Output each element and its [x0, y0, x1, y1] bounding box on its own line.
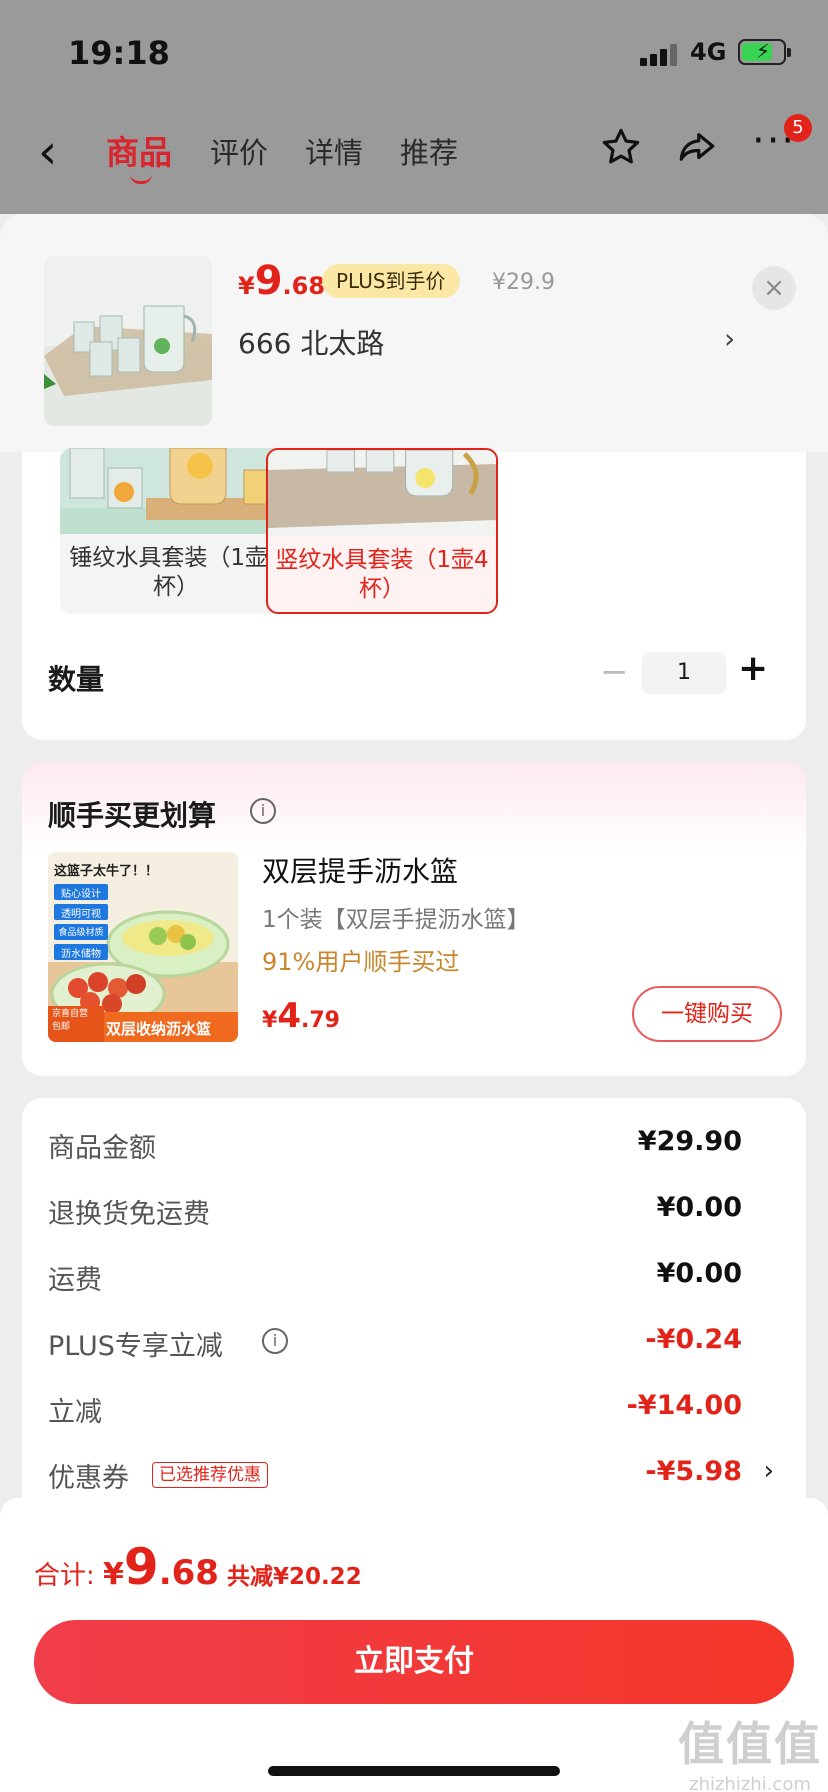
summary-row-subtotal: 商品金额 ¥29.90	[22, 1118, 806, 1168]
tab-recommend[interactable]: 推荐	[400, 130, 458, 172]
summary-label: 运费	[48, 1265, 102, 1296]
pay-now-button[interactable]: 立即支付	[34, 1620, 794, 1704]
sheet-price: ¥9.68	[238, 258, 326, 304]
addon-thumb-feature: 透明可视	[61, 909, 101, 920]
product-thumbnail	[44, 256, 212, 426]
addon-thumb-corner: 京喜自营 包邮	[52, 1009, 89, 1032]
summary-value: -¥5.98	[645, 1456, 742, 1487]
addon-social-proof: 91%用户顺手买过	[262, 948, 460, 976]
chevron-right-icon[interactable]: ›	[764, 1456, 774, 1486]
quantity-increase-button[interactable]: +	[738, 648, 768, 689]
summary-value: ¥0.00	[656, 1258, 742, 1289]
sku-options-card: 锤纹水具套装（1壶4杯） 竖纹水具套装（1壶4杯） 数量 − 1 +	[22, 448, 806, 740]
summary-row-plus-discount: PLUS专享立减 i -¥0.24	[22, 1316, 806, 1366]
order-total: 合计: ¥9.68 共减¥20.22	[34, 1538, 362, 1596]
summary-row-shipping: 运费 ¥0.00	[22, 1250, 806, 1300]
info-icon[interactable]: i	[250, 798, 276, 824]
notification-badge: 5	[784, 114, 812, 142]
status-bar: 19:18 4G ⚡	[0, 0, 828, 104]
back-icon[interactable]: ‹	[38, 124, 57, 180]
active-tab-indicator	[130, 174, 152, 184]
share-icon[interactable]	[676, 126, 718, 178]
delivery-address[interactable]: 666 北太路	[238, 322, 384, 362]
watermark: 值值值 zhizhizhi.com	[678, 1717, 822, 1792]
close-button[interactable]: ×	[752, 266, 796, 310]
summary-label: 退换货免运费	[48, 1199, 210, 1230]
battery-icon: ⚡	[738, 39, 791, 65]
tab-product[interactable]: 商品	[106, 126, 172, 174]
addon-card: 顺手买更划算 i 这篮子太牛了！！ 贴心设计 透明可视 食品级材质 沥水储物 京…	[22, 762, 806, 1076]
status-time: 19:18	[68, 34, 170, 72]
top-nav: ‹ 商品 评价 详情 推荐 ··· 5	[0, 104, 828, 214]
addon-thumb-headline: 这篮子太牛了！！	[54, 864, 159, 879]
summary-label: PLUS专享立减	[48, 1331, 223, 1362]
total-saved: 共减¥20.22	[226, 1564, 362, 1590]
summary-row-instant-discount: 立减 -¥14.00	[22, 1382, 806, 1432]
summary-row-coupon[interactable]: 优惠券 已选推荐优惠 -¥5.98 ›	[22, 1448, 806, 1498]
addon-price: ¥4.79	[262, 996, 340, 1036]
addon-title: 顺手买更划算	[48, 799, 217, 832]
addon-thumb-feature: 沥水储物	[61, 949, 101, 960]
summary-label: 立减	[48, 1397, 102, 1428]
network-type: 4G	[690, 38, 727, 66]
original-price: ¥29.9	[492, 270, 555, 295]
quantity-input[interactable]: 1	[642, 652, 726, 694]
summary-value: -¥14.00	[626, 1390, 742, 1421]
summary-value: ¥0.00	[656, 1192, 742, 1223]
quantity-label: 数量	[48, 663, 105, 696]
tab-reviews[interactable]: 评价	[210, 130, 268, 172]
checkout-footer: 合计: ¥9.68 共减¥20.22 立即支付 值值值 zhizhizhi.com	[0, 1498, 828, 1792]
summary-value: ¥29.90	[637, 1126, 742, 1157]
variant-label: 锤纹水具套装（1壶4杯）	[69, 545, 283, 600]
info-icon[interactable]: i	[262, 1328, 288, 1354]
price-summary-card: 商品金额 ¥29.90 退换货免运费 ¥0.00 运费 ¥0.00 PLUS专享…	[22, 1098, 806, 1498]
addon-thumb-banner: 双层收纳沥水篮	[106, 1020, 212, 1038]
summary-label: 商品金额	[48, 1133, 156, 1164]
signal-icon	[640, 44, 678, 66]
star-icon[interactable]	[600, 126, 642, 178]
one-click-buy-button[interactable]: 一键购买	[632, 986, 782, 1042]
summary-value: -¥0.24	[645, 1324, 742, 1355]
summary-label: 优惠券	[48, 1463, 129, 1494]
coupon-tag: 已选推荐优惠	[152, 1462, 268, 1488]
summary-row-return-shipping: 退换货免运费 ¥0.00	[22, 1184, 806, 1234]
quantity-decrease-button[interactable]: −	[600, 652, 629, 692]
variant-option[interactable]: 锤纹水具套装（1壶4杯）	[60, 448, 292, 614]
addon-product-desc: 1个装【双层手提沥水篮】	[262, 907, 530, 933]
plus-price-tag: PLUS到手价	[322, 264, 460, 298]
chevron-right-icon[interactable]: ›	[724, 322, 735, 355]
addon-thumb-feature: 食品级材质	[58, 928, 104, 938]
addon-product-name[interactable]: 双层提手沥水篮	[262, 850, 458, 890]
addon-thumb-feature: 贴心设计	[61, 889, 101, 900]
variant-option-selected[interactable]: 竖纹水具套装（1壶4杯）	[266, 448, 498, 614]
variant-label: 竖纹水具套装（1壶4杯）	[275, 547, 489, 602]
home-indicator[interactable]	[268, 1766, 560, 1776]
tab-details[interactable]: 详情	[305, 130, 363, 172]
addon-thumbnail: 这篮子太牛了！！ 贴心设计 透明可视 食品级材质 沥水储物 京喜自营 包邮 双层…	[48, 852, 238, 1042]
